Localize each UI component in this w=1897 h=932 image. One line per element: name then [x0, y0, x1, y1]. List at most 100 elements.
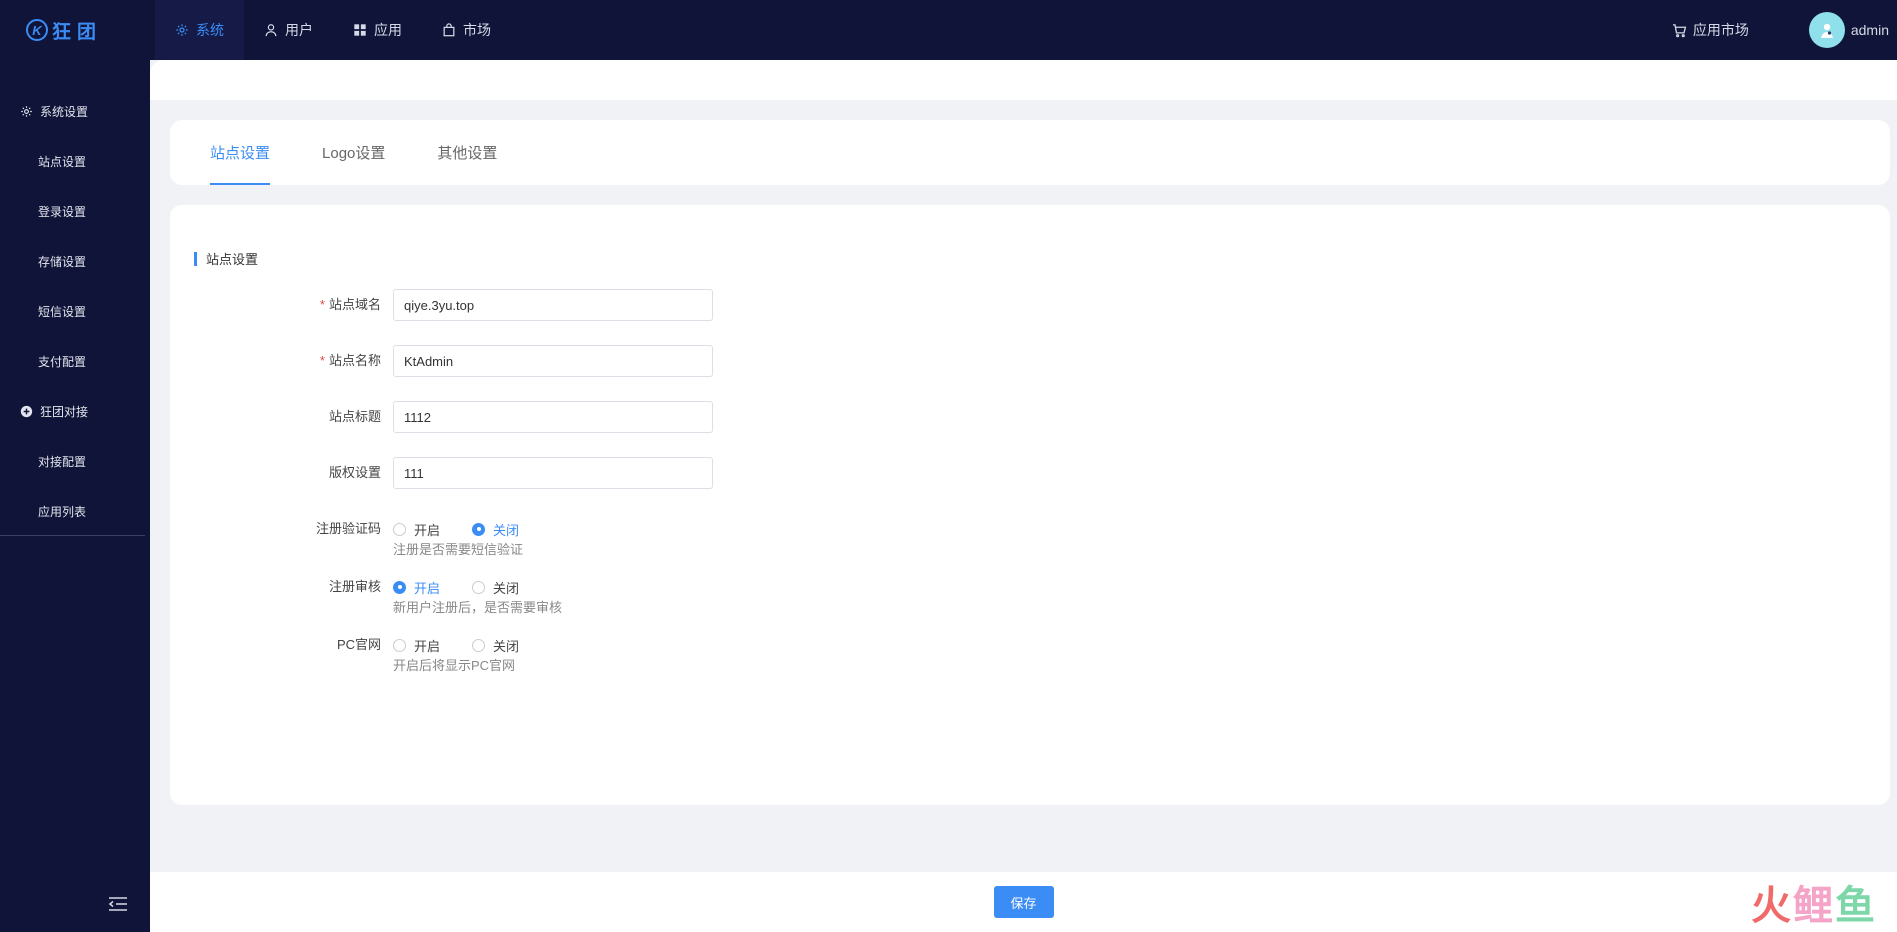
copyright-input[interactable]	[393, 457, 713, 489]
site-domain-input[interactable]	[393, 289, 713, 321]
radio-dot	[472, 638, 486, 652]
topnav-label: 应用	[374, 22, 402, 38]
field-label-text: 注册验证码	[315, 521, 381, 536]
sidebar-item-sms-settings[interactable]: 短信设置	[0, 286, 150, 336]
save-button[interactable]: 保存	[993, 886, 1054, 918]
pc-site-off-radio[interactable]: 关闭	[472, 636, 519, 655]
topnav-item-market[interactable]: 市场	[422, 0, 511, 60]
cart-icon	[1672, 23, 1687, 37]
site-name-input[interactable]	[393, 345, 713, 377]
field-site-title: 站点标题	[170, 401, 713, 433]
required-mark: *	[319, 353, 325, 368]
field-label: 站点标题	[170, 401, 393, 433]
tab-other-settings[interactable]: 其他设置	[437, 120, 497, 185]
brand-logo[interactable]: K 狂团	[0, 0, 155, 60]
topnav-label: 市场	[463, 22, 491, 38]
sidebar-item-payment-config[interactable]: 支付配置	[0, 336, 150, 386]
sidebar-divider	[0, 535, 145, 536]
topnav-item-apps[interactable]: 应用	[333, 0, 422, 60]
username: admin	[1850, 22, 1889, 38]
topnav-item-users[interactable]: 用户	[244, 0, 333, 60]
field-label-text: 站点标题	[328, 409, 381, 424]
sidebar-group-system[interactable]: 系统设置	[0, 86, 150, 136]
radio-label: 开启	[414, 580, 441, 596]
avatar-figure-icon	[1820, 23, 1833, 38]
radio-dot	[393, 522, 406, 536]
settings-tabs: 站点设置 Logo设置 其他设置	[170, 120, 1890, 185]
radio-dot	[472, 580, 486, 594]
field-site-name: * 站点名称	[170, 345, 713, 377]
field-hint: 开启后将显示PC官网	[393, 658, 516, 673]
radio-dot	[393, 580, 406, 594]
sidebar-item-login-settings[interactable]: 登录设置	[0, 186, 150, 236]
top-nav: 系统 用户 应用 市场	[155, 0, 511, 60]
field-label: 注册验证码	[170, 513, 393, 545]
radio-label: 开启	[414, 638, 441, 654]
topnav-label: 系统	[196, 22, 224, 38]
radio-label: 关闭	[493, 522, 520, 538]
field-register-captcha: 注册验证码 开启 关闭 注册是否需要短信验证	[170, 513, 551, 558]
sidebar-group-label: 系统设置	[40, 104, 89, 119]
register-captcha-on-radio[interactable]: 开启	[393, 520, 440, 539]
top-right: 应用市场 admin	[1672, 0, 1897, 60]
collapse-menu-icon[interactable]	[108, 896, 128, 912]
watermark-logo: 火 鲤 鱼	[1751, 884, 1875, 928]
user-icon	[265, 24, 277, 37]
sidebar-item-site-settings[interactable]: 站点设置	[0, 136, 150, 186]
field-label-text: 注册审核	[328, 579, 381, 594]
bag-icon	[443, 23, 455, 37]
sidebar-item-integration-config[interactable]: 对接配置	[0, 436, 150, 486]
radio-group: 开启 关闭 新用户注册后，是否需要审核	[393, 571, 562, 616]
user-menu[interactable]: admin	[1808, 12, 1889, 48]
top-bar: K 狂团 系统 用户 应用 市场 应用市场 admin	[0, 0, 1897, 60]
site-title-input[interactable]	[393, 401, 713, 433]
grid-icon	[354, 24, 366, 36]
radio-label: 关闭	[493, 580, 520, 596]
radio-dot	[393, 638, 406, 652]
app-market-link[interactable]: 应用市场	[1672, 20, 1749, 40]
section-title: 站点设置	[194, 249, 258, 268]
watermark-char: 鱼	[1835, 884, 1875, 928]
sidebar: 系统设置 站点设置 登录设置 存储设置 短信设置 支付配置 狂团对接 对接配置 …	[0, 60, 150, 932]
section-title-bar	[194, 251, 197, 266]
pc-site-on-radio[interactable]: 开启	[393, 636, 440, 655]
field-register-review: 注册审核 开启 关闭 新用户注册后，是否需要审核	[170, 571, 562, 616]
watermark-char: 鲤	[1793, 884, 1833, 928]
sidebar-group-label: 狂团对接	[40, 404, 89, 419]
field-label-text: 版权设置	[328, 465, 381, 480]
footer-bar: 保存	[150, 872, 1897, 932]
field-pc-site: PC官网 开启 关闭 开启后将显示PC官网	[170, 629, 551, 674]
avatar	[1808, 12, 1845, 48]
radio-label: 关闭	[493, 638, 520, 654]
field-label-text: 站点域名	[328, 297, 381, 312]
field-label: PC官网	[170, 629, 393, 661]
topnav-label: 用户	[285, 22, 313, 38]
radio-group: 开启 关闭 开启后将显示PC官网	[393, 629, 551, 674]
radio-group: 开启 关闭 注册是否需要短信验证	[393, 513, 551, 558]
tab-site-settings[interactable]: 站点设置	[210, 120, 271, 185]
sidebar-item-storage-settings[interactable]: 存储设置	[0, 236, 150, 286]
register-review-off-radio[interactable]: 关闭	[472, 578, 519, 597]
field-hint: 新用户注册后，是否需要审核	[393, 600, 563, 615]
radio-label: 开启	[414, 522, 441, 538]
app-market-label: 应用市场	[1692, 22, 1749, 38]
topnav-item-system[interactable]: 系统	[155, 0, 244, 60]
field-hint: 注册是否需要短信验证	[393, 542, 524, 557]
register-captcha-off-radio[interactable]: 关闭	[472, 520, 519, 539]
sidebar-item-app-list[interactable]: 应用列表	[0, 486, 150, 536]
register-review-on-radio[interactable]: 开启	[393, 578, 440, 597]
field-label-text: 站点名称	[328, 353, 381, 368]
tab-logo-settings[interactable]: Logo设置	[322, 120, 385, 185]
field-label: * 站点名称	[170, 345, 393, 377]
field-label-text: PC官网	[336, 637, 381, 652]
field-site-domain: * 站点域名	[170, 289, 713, 321]
sidebar-group-integration[interactable]: 狂团对接	[0, 386, 150, 436]
brand-name: 狂团	[52, 21, 103, 43]
required-mark: *	[319, 297, 325, 312]
gear-icon	[21, 105, 32, 117]
radio-dot	[472, 522, 486, 536]
gear-icon	[176, 24, 188, 36]
site-settings-form: 站点设置 *站点域名 *站点名称 站点标题 版权设置 注册验证码 开启 关闭 注…	[170, 205, 1890, 805]
watermark-char: 火	[1751, 884, 1791, 928]
